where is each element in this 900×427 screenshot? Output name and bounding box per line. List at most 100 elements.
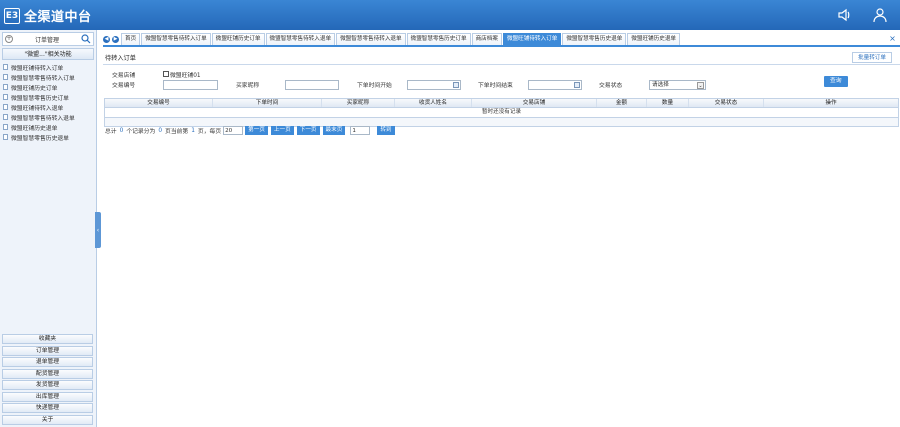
tab-item[interactable]: 微盟智慧零售历史订单 bbox=[406, 33, 471, 45]
shop-option-label: 微盟旺铺01 bbox=[170, 73, 201, 79]
col-buyer[interactable]: 买家昵称 bbox=[322, 99, 395, 107]
empty-row: 暂时还没有记录 bbox=[104, 108, 899, 118]
user-icon[interactable] bbox=[872, 7, 888, 23]
document-icon bbox=[3, 74, 8, 80]
module-shipping[interactable]: 发货管理 bbox=[2, 380, 93, 390]
document-icon bbox=[3, 134, 8, 140]
document-icon bbox=[3, 64, 8, 70]
page-size-input[interactable]: 20 bbox=[223, 126, 244, 135]
next-page-button[interactable]: 下一页 bbox=[296, 126, 320, 135]
sidebar-item-label: 微盟智慧零售待转入退单 bbox=[11, 115, 75, 122]
divider bbox=[103, 64, 900, 65]
start-time-label: 下单时间开始 bbox=[357, 83, 392, 89]
col-quantity[interactable]: 数量 bbox=[647, 99, 689, 107]
sidebar-collapse-handle[interactable]: ‹ bbox=[95, 212, 101, 248]
orders-table: 交易编号 下单时间 买家昵称 收货人姓名 交易店铺 金额 数量 交易状态 操作 … bbox=[104, 98, 899, 127]
batch-convert-button[interactable]: 批量转订单 bbox=[852, 52, 892, 63]
sidebar-module-list: 收藏夹 订单管理 退单管理 配货管理 发货管理 出库管理 快递管理 关于 bbox=[2, 334, 93, 426]
tab-item[interactable]: 微盟智慧零售历史退单 bbox=[562, 33, 627, 45]
last-page-button[interactable]: 最末页 bbox=[322, 126, 346, 135]
search-icon[interactable] bbox=[81, 34, 91, 44]
jump-page-input[interactable]: 1 bbox=[350, 126, 371, 135]
sidebar-item-label: 微盟智慧零售待转入订单 bbox=[11, 75, 75, 82]
prev-page-button[interactable]: 上一页 bbox=[270, 126, 294, 135]
trade-no-label: 交易编号 bbox=[112, 83, 136, 89]
shop-label: 交易店铺 bbox=[112, 73, 136, 79]
sidebar-item[interactable]: 微盟智慧零售待转入退单 bbox=[3, 112, 96, 122]
document-icon bbox=[3, 94, 8, 100]
status-select-value: 请选择 bbox=[652, 82, 669, 88]
tab-home[interactable]: 首页 bbox=[121, 33, 141, 45]
module-return[interactable]: 退单管理 bbox=[2, 357, 93, 367]
col-trade-no[interactable]: 交易编号 bbox=[105, 99, 213, 107]
document-icon bbox=[3, 84, 8, 90]
shop-checkbox[interactable] bbox=[163, 71, 169, 77]
module-order[interactable]: 订单管理 bbox=[2, 345, 93, 356]
col-order-time[interactable]: 下单时间 bbox=[213, 99, 322, 107]
app-title: 全渠道中台 bbox=[24, 10, 92, 25]
sidebar-menu: 微盟旺铺待转入订单 微盟智慧零售待转入订单 微盟旺铺历史订单 微盟智慧零售历史订… bbox=[0, 60, 96, 142]
module-favorites[interactable]: 收藏夹 bbox=[2, 334, 93, 344]
tab-item[interactable]: 微盟智慧零售待转入退单 bbox=[265, 33, 336, 45]
sidebar-item-label: 微盟旺铺历史退单 bbox=[11, 125, 58, 132]
col-actions[interactable]: 操作 bbox=[764, 99, 898, 107]
sidebar-item[interactable]: 微盟智慧零售历史退单 bbox=[3, 132, 96, 142]
menu-search[interactable]: + 订单管理 bbox=[2, 32, 94, 46]
go-button[interactable]: 转到 bbox=[377, 126, 395, 135]
sidebar-item[interactable]: 微盟旺铺待转入订单 bbox=[3, 62, 96, 72]
end-time-input[interactable] bbox=[528, 80, 582, 90]
document-icon bbox=[3, 104, 8, 110]
col-receiver[interactable]: 收货人姓名 bbox=[395, 99, 472, 107]
tab-scroll-right-icon[interactable]: ▶ bbox=[112, 35, 119, 43]
module-allocation[interactable]: 配货管理 bbox=[2, 368, 93, 379]
speaker-icon[interactable] bbox=[836, 7, 852, 23]
tab-item[interactable]: 微盟智慧零售待转入退单 bbox=[336, 33, 406, 45]
trade-no-input[interactable] bbox=[163, 80, 218, 90]
sidebar-item[interactable]: 微盟智慧零售待转入订单 bbox=[3, 72, 96, 82]
logo-mark: E3 bbox=[4, 7, 20, 24]
add-circle-icon[interactable]: + bbox=[5, 35, 13, 43]
query-button[interactable]: 查询 bbox=[824, 76, 848, 87]
sidebar-item[interactable]: 微盟旺铺历史订单 bbox=[3, 82, 96, 92]
sidebar-item-label: 微盟智慧零售历史订单 bbox=[11, 95, 69, 102]
calendar-icon[interactable] bbox=[453, 82, 459, 88]
pager-page-suffix: 页，每页 bbox=[197, 129, 222, 135]
calendar-icon[interactable] bbox=[574, 82, 580, 88]
buyer-label: 买家昵称 bbox=[236, 83, 260, 89]
status-select[interactable]: 请选择 ⌄ bbox=[649, 80, 706, 90]
module-express[interactable]: 快递管理 bbox=[2, 403, 93, 413]
sidebar-item[interactable]: 微盟旺铺待转入退单 bbox=[3, 102, 96, 112]
sidebar-item[interactable]: 微盟智慧零售历史订单 bbox=[3, 92, 96, 102]
sidebar-item-label: 微盟智慧零售历史退单 bbox=[11, 135, 69, 142]
tab-scroll-left-icon[interactable]: ◀ bbox=[103, 35, 110, 43]
pager-records-label: 个记录分为 bbox=[126, 129, 156, 135]
close-tabs-icon[interactable]: × bbox=[888, 33, 897, 45]
pager-pages-label: 页当前第 bbox=[165, 129, 189, 135]
tab-item[interactable]: 微盟旺铺历史退单 bbox=[627, 33, 681, 45]
status-label: 交易状态 bbox=[599, 83, 623, 89]
pager-pages: 0 bbox=[158, 127, 163, 134]
tab-item[interactable]: 微盟智慧零售待转入订单 bbox=[141, 33, 211, 45]
table-header: 交易编号 下单时间 买家昵称 收货人姓名 交易店铺 金额 数量 交易状态 操作 bbox=[104, 98, 899, 108]
sidebar-section-title: "微盟..."相关功能 bbox=[2, 48, 94, 60]
pager-total: 0 bbox=[119, 127, 124, 134]
sidebar-item-label: 微盟旺铺待转入退单 bbox=[11, 105, 64, 112]
sidebar: + 订单管理 "微盟..."相关功能 微盟旺铺待转入订单 微盟智慧零售待转入订单… bbox=[0, 30, 97, 427]
first-page-button[interactable]: 第一页 bbox=[245, 126, 268, 135]
chevron-down-icon: ⌄ bbox=[697, 82, 704, 89]
col-amount[interactable]: 金额 bbox=[597, 99, 647, 107]
menu-search-label: 订单管理 bbox=[34, 36, 59, 44]
module-outbound[interactable]: 出库管理 bbox=[2, 391, 93, 402]
start-time-input[interactable] bbox=[407, 80, 461, 90]
document-icon bbox=[3, 124, 8, 130]
buyer-input[interactable] bbox=[285, 80, 339, 90]
col-shop[interactable]: 交易店铺 bbox=[472, 99, 597, 107]
pagination: 总计 0 个记录分为 0 页当前第 1 页，每页 20 第一页 上一页 下一页 … bbox=[105, 126, 398, 135]
col-status[interactable]: 交易状态 bbox=[689, 99, 764, 107]
module-about[interactable]: 关于 bbox=[2, 414, 93, 425]
tab-active[interactable]: 微盟旺铺待转入订单 bbox=[502, 33, 562, 45]
sidebar-item[interactable]: 微盟旺铺历史退单 bbox=[3, 122, 96, 132]
tab-item[interactable]: 微盟旺铺历史订单 bbox=[211, 33, 265, 45]
tab-item[interactable]: 商店档案 bbox=[471, 33, 502, 45]
end-time-label: 下单时间结束 bbox=[478, 83, 513, 89]
